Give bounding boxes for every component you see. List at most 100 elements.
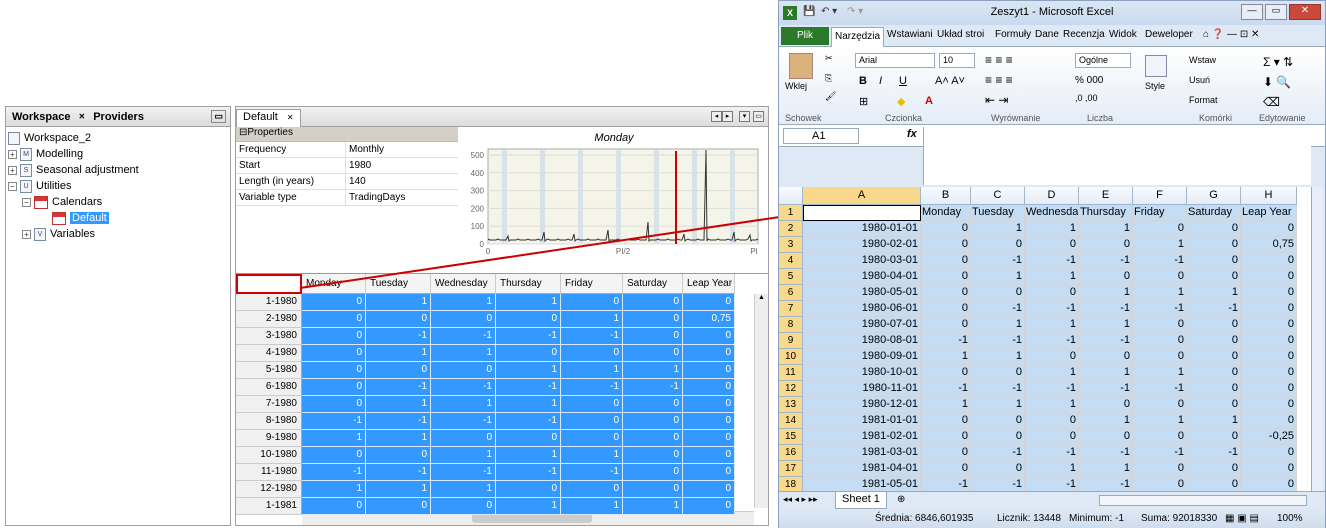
sheet-cell[interactable]: -1 [1133, 253, 1187, 269]
sheet-cell[interactable]: 1980-05-01 [803, 285, 921, 301]
percent-icon[interactable]: % 000 [1075, 75, 1103, 86]
minimize-icon[interactable]: ▭ [211, 110, 226, 123]
sheet-cell[interactable]: 1 [1187, 285, 1241, 301]
table-cell[interactable]: 0 [302, 362, 366, 379]
table-cell[interactable]: 1 [496, 447, 561, 464]
table-cell[interactable]: 0 [431, 498, 496, 515]
sheet-cell[interactable]: 0 [1133, 349, 1187, 365]
table-cell[interactable]: 1 [366, 294, 431, 311]
row-header[interactable]: 5-1980 [236, 362, 302, 379]
sheet-cell[interactable]: 0 [1187, 365, 1241, 381]
row-number[interactable]: 8 [779, 317, 803, 333]
close-icon[interactable]: ✕ [287, 113, 294, 122]
sheet-tab[interactable]: Sheet 1 [835, 492, 887, 509]
scroll-up-icon[interactable]: ▲ [755, 294, 768, 301]
sheet-cell[interactable]: 1980-02-01 [803, 237, 921, 253]
property-row[interactable]: Start 1980 [236, 158, 458, 174]
row-header[interactable]: 10-1980 [236, 447, 302, 464]
font-select[interactable]: Arial [855, 53, 935, 68]
sheet-cell[interactable]: -1 [1187, 445, 1241, 461]
expand-icon[interactable]: + [8, 165, 17, 175]
sheet-cell[interactable]: 1980-03-01 [803, 253, 921, 269]
zoom-level[interactable]: 100% [1277, 513, 1303, 524]
table-cell[interactable]: 0 [683, 396, 735, 413]
table-cell[interactable]: 1 [366, 396, 431, 413]
paste-button[interactable]: Wklej [785, 81, 807, 91]
sheet-cell[interactable]: 1 [971, 349, 1025, 365]
column-letter[interactable]: A [803, 187, 921, 205]
function-icon[interactable]: fx [907, 128, 917, 140]
sheet-cell[interactable]: -1 [921, 333, 971, 349]
sheet-cell[interactable]: 0 [921, 253, 971, 269]
sheet-cell[interactable]: 0 [971, 429, 1025, 445]
table-cell[interactable]: 1 [431, 447, 496, 464]
header-cell[interactable]: Friday [1133, 205, 1187, 221]
table-cell[interactable]: 0 [302, 328, 366, 345]
sheet-cell[interactable]: 1980-07-01 [803, 317, 921, 333]
sheet-cell[interactable]: 0 [1241, 445, 1297, 461]
corner-cell[interactable] [236, 274, 302, 294]
tab-default[interactable]: Default ✕ [236, 109, 301, 127]
row-number[interactable]: 11 [779, 365, 803, 381]
row-header[interactable]: 11-1980 [236, 464, 302, 481]
row-header[interactable]: 2-1980 [236, 311, 302, 328]
table-cell[interactable]: 1 [496, 294, 561, 311]
sheet-cell[interactable]: 0 [1025, 237, 1079, 253]
header-cell[interactable]: Monday [921, 205, 971, 221]
property-value[interactable]: 1980 [346, 158, 371, 173]
table-cell[interactable]: 0 [683, 294, 735, 311]
sheet-cell[interactable]: 0 [921, 237, 971, 253]
table-cell[interactable]: 1 [561, 362, 623, 379]
sheet-cell[interactable]: 1 [971, 269, 1025, 285]
sheet-cell[interactable]: 0 [1133, 221, 1187, 237]
sheet-cell[interactable]: 0 [1187, 221, 1241, 237]
tree-item-root[interactable]: Workspace_2 [8, 130, 228, 146]
sheet-cell[interactable]: 0 [971, 365, 1025, 381]
table-cell[interactable]: 0 [561, 481, 623, 498]
table-cell[interactable]: 1 [431, 345, 496, 362]
sheet-cell[interactable]: 0 [1241, 253, 1297, 269]
sheet-cell[interactable]: 1 [1079, 221, 1133, 237]
number-format-select[interactable]: Ogólne [1075, 53, 1131, 68]
row-number[interactable]: 4 [779, 253, 803, 269]
sheet-cell[interactable]: 0 [1025, 285, 1079, 301]
nav-right-icon[interactable]: ▸ [722, 111, 733, 122]
clear-icon[interactable]: ⌫ [1263, 95, 1280, 109]
table-cell[interactable]: -1 [366, 379, 431, 396]
sheet-cell[interactable]: 1981-04-01 [803, 461, 921, 477]
tab-page-layout[interactable]: Układ stroi [937, 29, 984, 40]
column-header[interactable]: Tuesday [366, 274, 431, 294]
nav-left-icon[interactable]: ◂ [711, 111, 722, 122]
sheet-cell[interactable]: 0 [921, 365, 971, 381]
row-number[interactable]: 10 [779, 349, 803, 365]
column-letter[interactable]: G [1187, 187, 1241, 205]
table-cell[interactable]: -1 [366, 464, 431, 481]
tree-item-utilities[interactable]: − U Utilities [8, 178, 228, 194]
header-cell[interactable]: Thursday [1079, 205, 1133, 221]
column-header[interactable]: Wednesday [431, 274, 496, 294]
table-cell[interactable]: -1 [496, 379, 561, 396]
row-header[interactable]: 1-1981 [236, 498, 302, 515]
table-cell[interactable]: 1 [366, 430, 431, 447]
tab-review[interactable]: Recenzja [1063, 29, 1105, 40]
column-header[interactable]: Monday [302, 274, 366, 294]
sheet-cell[interactable]: 1980-10-01 [803, 365, 921, 381]
table-cell[interactable]: 0 [683, 362, 735, 379]
sheet-cell[interactable]: 1 [1025, 317, 1079, 333]
sheet-cell[interactable]: 1 [1079, 285, 1133, 301]
collapse-icon[interactable]: − [22, 197, 31, 207]
font-color-icon[interactable]: A [925, 95, 933, 107]
header-cell[interactable]: Saturday [1187, 205, 1241, 221]
tab-workspace[interactable]: Workspace [6, 111, 77, 123]
table-cell[interactable]: -1 [366, 328, 431, 345]
table-cell[interactable]: 0 [683, 498, 735, 515]
sheet-cell[interactable]: 0 [1241, 269, 1297, 285]
format-painter-icon[interactable]: 🖌 [825, 91, 836, 102]
decimal-icons[interactable]: ,0 ,00 [1075, 93, 1098, 103]
property-row[interactable]: Frequency Monthly [236, 142, 458, 158]
header-cell[interactable]: Wednesda [1025, 205, 1079, 221]
sheet-cell[interactable]: 0 [1241, 317, 1297, 333]
table-cell[interactable]: 0 [366, 498, 431, 515]
tab-insert[interactable]: Wstawiani [887, 29, 933, 40]
table-cell[interactable]: 0 [623, 464, 683, 481]
